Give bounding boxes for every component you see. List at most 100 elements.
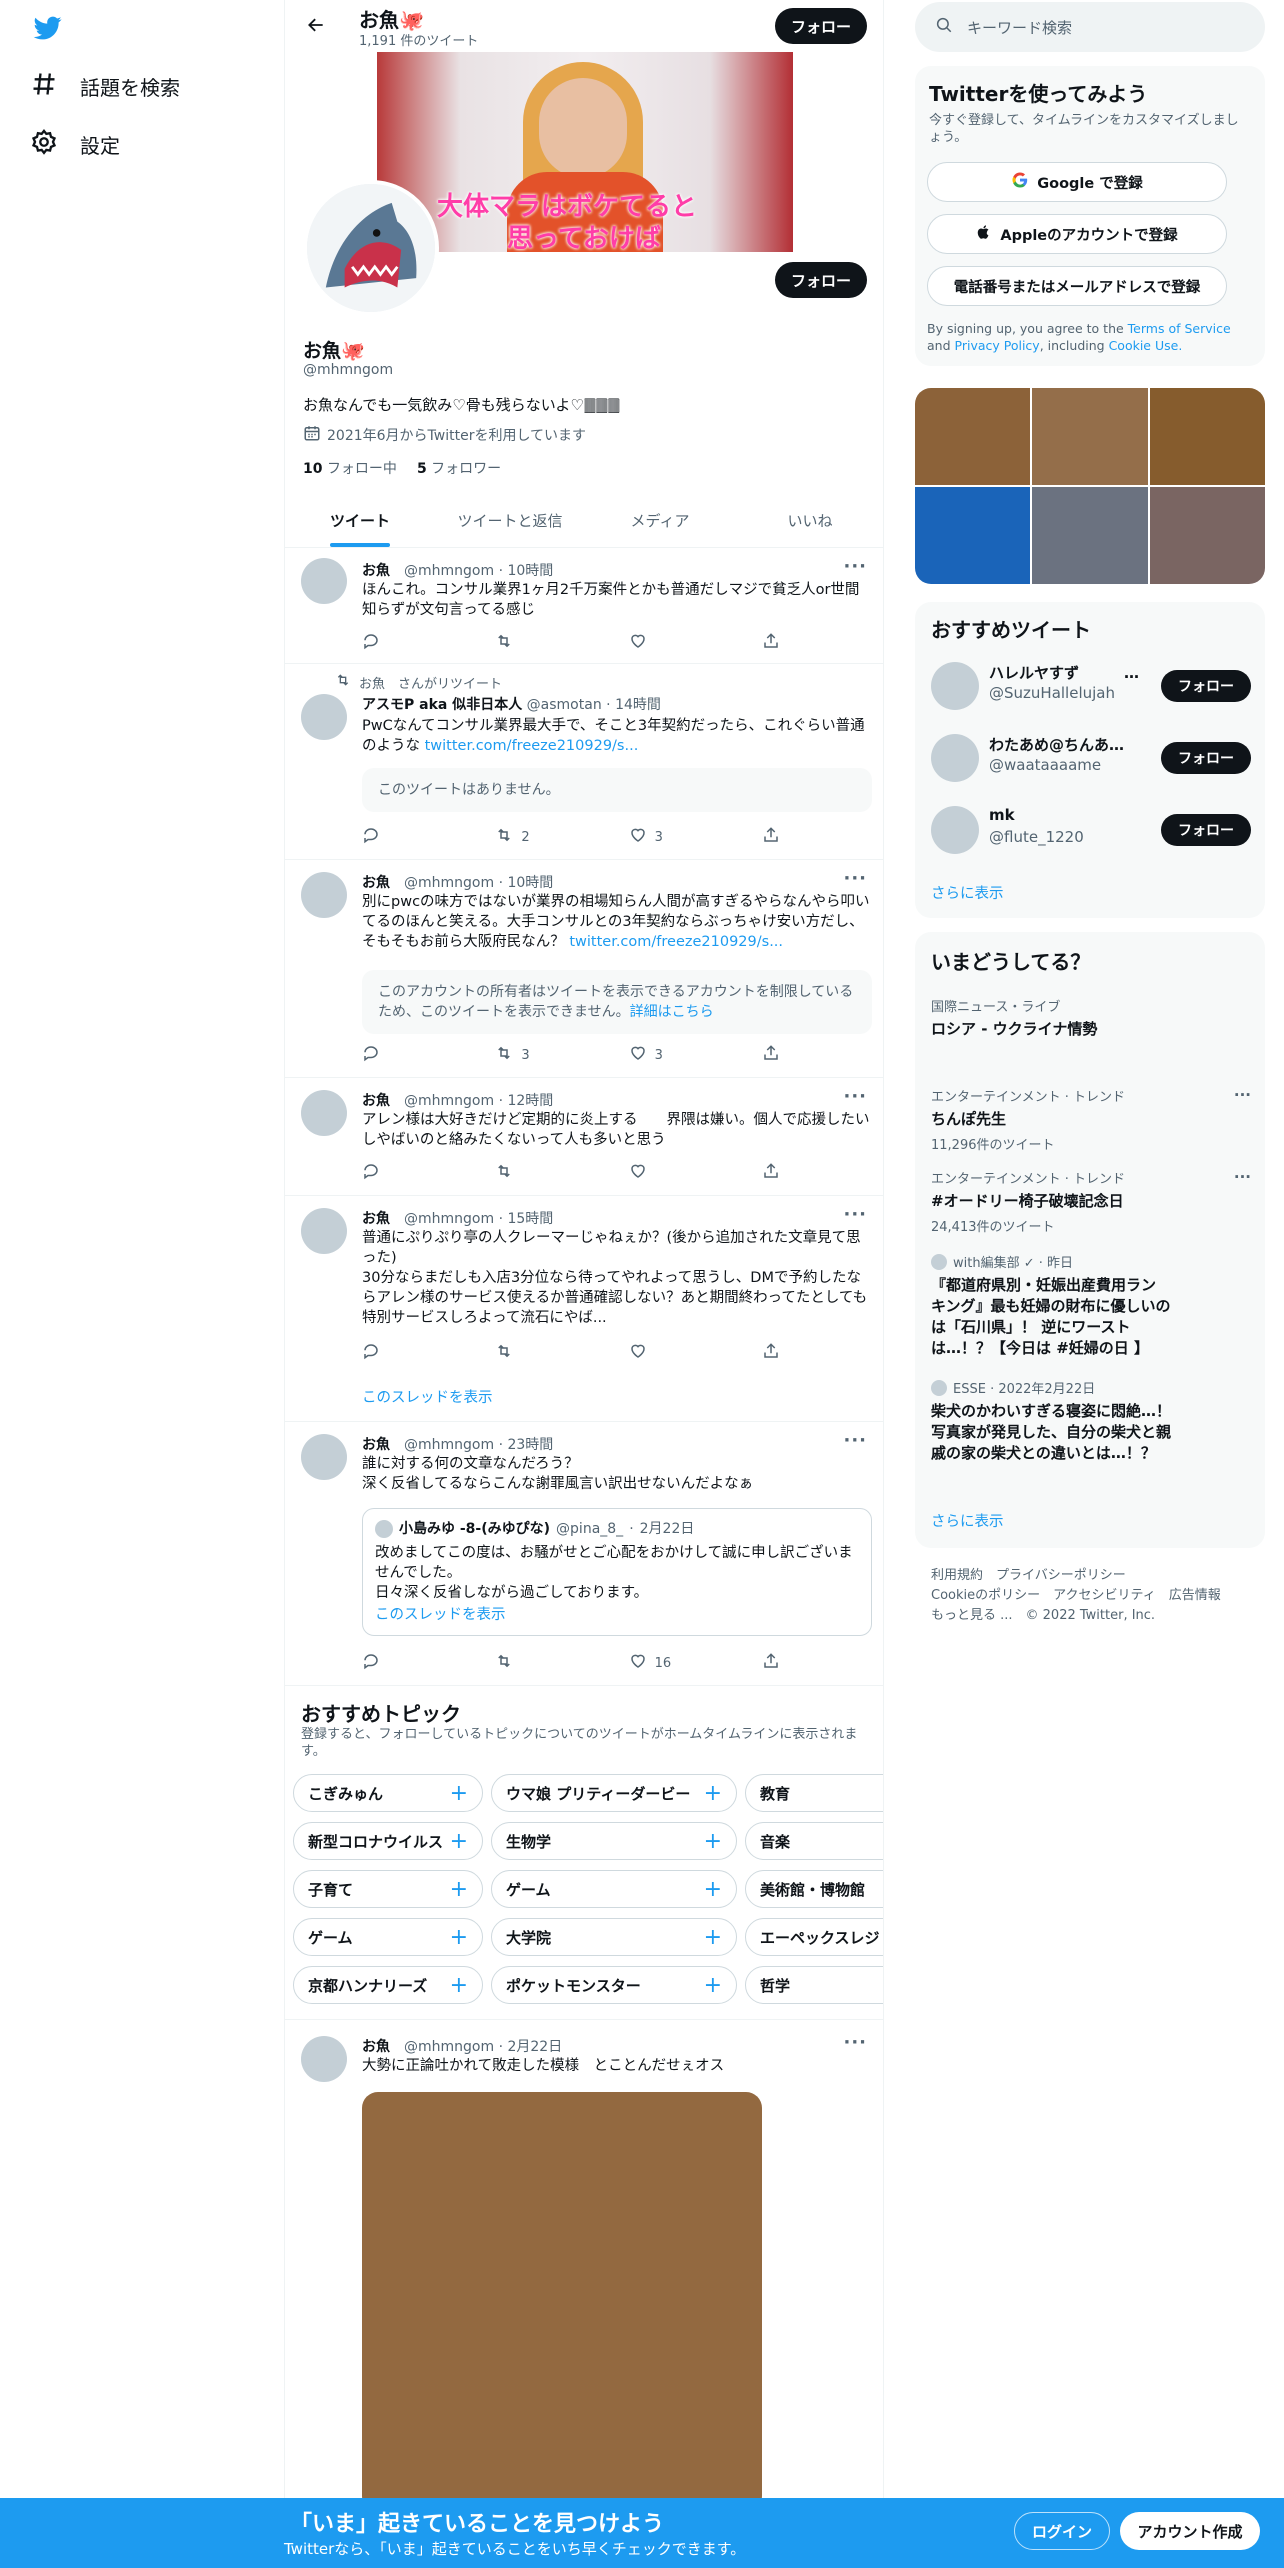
- plus-icon[interactable]: +: [450, 1925, 468, 1950]
- share-button[interactable]: [762, 1044, 782, 1066]
- tweet-link[interactable]: twitter.com/freeze210929/s...: [425, 738, 639, 754]
- topic-pill[interactable]: ゲーム +: [491, 1870, 737, 1908]
- topic-pill[interactable]: 京都ハンナリーズ +: [293, 1966, 483, 2004]
- back-button[interactable]: [299, 10, 333, 44]
- reply-button[interactable]: [362, 826, 452, 848]
- topic-pill[interactable]: 子育て +: [293, 1870, 483, 1908]
- like-button[interactable]: 3: [629, 826, 719, 848]
- topic-pill[interactable]: 新型コロナウイルス +: [293, 1822, 483, 1860]
- trend-more-icon[interactable]: ···: [1234, 1086, 1251, 1104]
- media-thumbnail[interactable]: [915, 487, 1031, 584]
- tweet-timestamp[interactable]: 10時間: [507, 875, 553, 891]
- apple-signup-button[interactable]: Appleのアカウントで登録: [927, 214, 1227, 254]
- tweet-author-name[interactable]: お魚: [362, 1093, 390, 1109]
- tweet-author-name[interactable]: お魚: [362, 2039, 390, 2055]
- tweet-author-name[interactable]: お魚: [362, 563, 390, 579]
- plus-icon[interactable]: +: [704, 1973, 722, 1998]
- tweet-3[interactable]: お魚 @mhmngom · 10時間 ··· 別にpwcの味方ではないが業界の相…: [285, 860, 883, 1078]
- trend-item[interactable]: エンターテインメント · トレンド ちんぽ先生 11,296件のツイート ···: [931, 1086, 1251, 1153]
- plus-icon[interactable]: +: [450, 1877, 468, 1902]
- login-button[interactable]: ログイン: [1014, 2512, 1110, 2550]
- cookie-link[interactable]: Cookie Use.: [1109, 338, 1183, 353]
- topic-pill[interactable]: 音楽+: [745, 1822, 883, 1860]
- reply-button[interactable]: [362, 632, 452, 654]
- tweet-6[interactable]: お魚 @mhmngom · 23時間 ··· 誰に対する何の文章なんだろう？ 深…: [285, 1422, 883, 1686]
- more-options-icon[interactable]: ···: [843, 2032, 867, 2053]
- footer-line-2[interactable]: Cookieのポリシー アクセシビリティ 広告情報: [931, 1586, 1251, 1606]
- show-thread-link[interactable]: このスレッドを表示: [362, 1386, 493, 1407]
- suggested-user[interactable]: わたあめ@ちんあめ... @waataaaame フォロー: [931, 728, 1251, 788]
- tweet-4[interactable]: お魚 @mhmngom · 12時間 ··· アレン様は大好きだけど定期的に炎上…: [285, 1078, 883, 1196]
- topic-pill[interactable]: ポケットモンスター +: [491, 1966, 737, 2004]
- tweet-media-image[interactable]: [362, 2092, 762, 2500]
- topic-pill[interactable]: ゲーム +: [293, 1918, 483, 1956]
- learn-more-link[interactable]: 詳細はこちら: [630, 1004, 714, 1020]
- tweet-avatar[interactable]: [301, 872, 347, 918]
- footer-line-3[interactable]: もっと見る ... © 2022 Twitter, Inc.: [931, 1606, 1251, 1626]
- share-button[interactable]: [762, 1162, 782, 1184]
- like-button[interactable]: [629, 1342, 719, 1364]
- like-button[interactable]: 16: [629, 1652, 719, 1674]
- tweet-avatar[interactable]: [301, 1208, 347, 1254]
- topic-pill[interactable]: 生物学 +: [491, 1822, 737, 1860]
- suggested-user[interactable]: ハレルヤすず … @SuzuHallelujah フォロー: [931, 656, 1251, 716]
- tweet-avatar[interactable]: [301, 1434, 347, 1480]
- follow-button[interactable]: フォロー: [1161, 742, 1251, 774]
- plus-icon[interactable]: +: [450, 1973, 468, 1998]
- retweet-button[interactable]: [495, 1342, 585, 1364]
- google-signup-button[interactable]: Google で登録: [927, 162, 1227, 202]
- followers-link[interactable]: 5 フォロワー: [417, 458, 501, 478]
- profile-banner-image[interactable]: 大体マラはボケてると 思っておけば: [377, 52, 793, 252]
- trend-item[interactable]: 国際ニュース・ライブ ロシア - ウクライナ情勢: [931, 996, 1251, 1040]
- topic-pill[interactable]: エーペックスレジ+: [745, 1918, 883, 1956]
- privacy-link[interactable]: Privacy Policy: [955, 338, 1040, 353]
- tab-media[interactable]: メディア: [585, 494, 735, 547]
- like-button[interactable]: 3: [629, 1044, 719, 1066]
- media-thumbnail[interactable]: [1149, 487, 1265, 584]
- topic-pill[interactable]: こぎみゅん +: [293, 1774, 483, 1812]
- plus-icon[interactable]: +: [450, 1829, 468, 1854]
- tweet-timestamp[interactable]: 14時間: [615, 697, 661, 713]
- tweet-link[interactable]: twitter.com/freeze210929/s...: [569, 934, 783, 950]
- tab-tweets[interactable]: ツイート: [285, 494, 435, 547]
- tab-likes[interactable]: いいね: [735, 494, 883, 547]
- plus-icon[interactable]: +: [704, 1781, 722, 1806]
- tweet-author-name[interactable]: お魚: [362, 1211, 390, 1227]
- trend-item[interactable]: with編集部 ✓ · 昨日 『都道府県別・妊娠出産費用ランキング』最も妊婦の財…: [931, 1252, 1171, 1359]
- nav-explore[interactable]: 話題を検索: [30, 62, 180, 110]
- tweet-author-name[interactable]: お魚: [362, 875, 390, 891]
- tweet-2[interactable]: お魚 さんがリツイート アスモP aka 似非日本人 @asmotan · 14…: [285, 664, 883, 860]
- user-avatar[interactable]: [931, 806, 979, 854]
- share-button[interactable]: [762, 826, 782, 848]
- plus-icon[interactable]: +: [450, 1781, 468, 1806]
- like-button[interactable]: [629, 632, 719, 654]
- share-button[interactable]: [762, 1342, 782, 1364]
- tweet-author-name[interactable]: アスモP aka 似非日本人: [362, 697, 522, 713]
- topic-pill[interactable]: 大学院 +: [491, 1918, 737, 1956]
- topic-pill[interactable]: ウマ娘 プリティーダービー +: [491, 1774, 737, 1812]
- reply-button[interactable]: [362, 1162, 452, 1184]
- tweet-timestamp[interactable]: 23時間: [507, 1437, 553, 1453]
- share-button[interactable]: [762, 1652, 782, 1674]
- retweeted-by-text[interactable]: お魚 さんがリツイート: [359, 673, 502, 692]
- header-follow-button[interactable]: フォロー: [775, 8, 867, 44]
- media-thumbnail[interactable]: [1149, 388, 1265, 485]
- retweet-button[interactable]: [495, 1652, 585, 1674]
- twitter-logo-icon[interactable]: [32, 14, 64, 42]
- retweet-button[interactable]: [495, 1162, 585, 1184]
- tweet-5[interactable]: お魚 @mhmngom · 15時間 ··· 普通にぷりぷり亭の人クレーマーじゃ…: [285, 1196, 883, 1422]
- tweet-avatar[interactable]: [301, 694, 347, 740]
- more-options-icon[interactable]: ···: [843, 868, 867, 889]
- suggested-user[interactable]: mk @flute_1220 フォロー: [931, 800, 1251, 860]
- topic-pill[interactable]: 美術館・博物館+: [745, 1870, 883, 1908]
- tweet-timestamp[interactable]: 2月22日: [507, 2039, 562, 2055]
- more-options-icon[interactable]: ···: [843, 1204, 867, 1225]
- plus-icon[interactable]: +: [704, 1877, 722, 1902]
- user-avatar[interactable]: [931, 734, 979, 782]
- retweet-button[interactable]: [495, 632, 585, 654]
- tweet-avatar[interactable]: [301, 1090, 347, 1136]
- more-options-icon[interactable]: ···: [843, 556, 867, 577]
- reply-button[interactable]: [362, 1652, 452, 1674]
- trend-item[interactable]: エンターテインメント · トレンド #オードリー椅子破壊記念日 24,413件の…: [931, 1168, 1251, 1235]
- media-thumbnail[interactable]: [1032, 388, 1148, 485]
